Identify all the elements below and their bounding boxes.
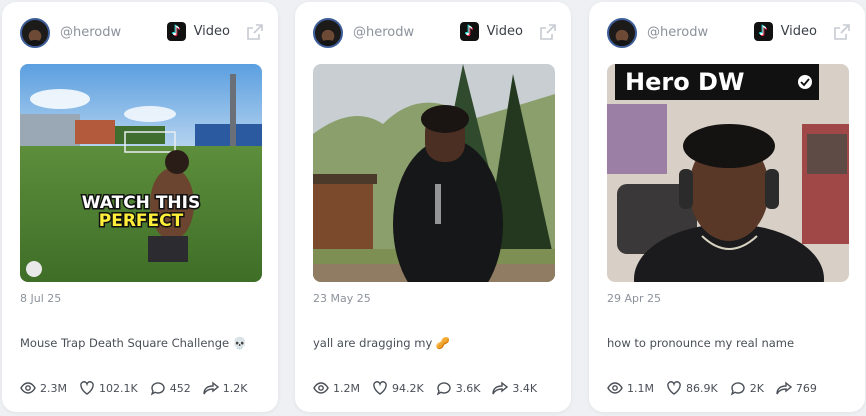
comments-stat: 2K xyxy=(730,380,764,396)
post-card[interactable]: @herodw ♪ Video Hero DW 29 Apr 25 how to… xyxy=(589,2,865,412)
views-count: 1.1M xyxy=(627,381,654,395)
comments-count: 452 xyxy=(169,381,191,395)
share-icon xyxy=(492,381,509,395)
shares-count: 769 xyxy=(795,381,817,395)
platform-badge: ♪ Video xyxy=(166,22,230,41)
likes-stat: 94.2K xyxy=(372,380,424,396)
tiktok-icon: ♪ xyxy=(753,22,773,41)
eye-icon xyxy=(20,382,36,394)
post-caption: how to pronounce my real name xyxy=(607,336,795,350)
shares-count: 1.2K xyxy=(222,381,248,395)
post-stats: 1.2M 94.2K 3.6K 3.4K xyxy=(313,380,537,396)
comments-count: 2K xyxy=(749,381,764,395)
shares-count: 3.4K xyxy=(512,381,538,395)
username[interactable]: @herodw xyxy=(353,25,414,40)
external-link-icon[interactable] xyxy=(539,23,557,41)
comment-icon xyxy=(150,382,165,396)
shares-stat: 769 xyxy=(776,380,817,396)
username[interactable]: @herodw xyxy=(647,25,708,40)
tiktok-icon: ♪ xyxy=(166,22,186,41)
views-stat: 1.1M xyxy=(607,380,654,396)
comment-icon xyxy=(730,382,745,396)
card-header: @herodw ♪ Video xyxy=(20,18,264,52)
external-link-icon[interactable] xyxy=(246,23,264,41)
eye-icon xyxy=(313,382,329,394)
post-date: 8 Jul 25 xyxy=(20,292,62,305)
share-icon xyxy=(776,381,792,395)
post-stats: 1.1M 86.9K 2K 769 xyxy=(607,380,817,396)
likes-count: 102.1K xyxy=(98,381,138,395)
views-count: 2.3M xyxy=(40,381,67,395)
shares-stat: 1.2K xyxy=(203,380,248,396)
comments-stat: 452 xyxy=(150,380,191,396)
post-caption: Mouse Trap Death Square Challenge 💀 xyxy=(20,336,248,350)
video-thumbnail[interactable]: WATCH THIS PERFECT xyxy=(20,64,262,282)
video-thumbnail[interactable] xyxy=(313,64,555,282)
comments-stat: 3.6K xyxy=(436,380,481,396)
likes-stat: 102.1K xyxy=(79,380,138,396)
thumbnail-overlay-text: PERFECT xyxy=(99,211,184,231)
likes-count: 94.2K xyxy=(391,381,424,395)
likes-stat: 86.9K xyxy=(666,380,718,396)
platform-label: Video xyxy=(780,24,817,39)
avatar[interactable] xyxy=(607,18,637,48)
platform-label: Video xyxy=(486,24,523,39)
avatar[interactable] xyxy=(20,18,50,48)
post-date: 23 May 25 xyxy=(313,292,371,305)
heart-icon xyxy=(80,381,94,395)
tiktok-icon: ♪ xyxy=(459,22,479,41)
comments-count: 3.6K xyxy=(455,381,481,395)
platform-badge: ♪ Video xyxy=(459,22,523,41)
card-header: @herodw ♪ Video xyxy=(607,18,851,52)
shares-stat: 3.4K xyxy=(492,380,537,396)
views-stat: 1.2M xyxy=(313,380,360,396)
views-stat: 2.3M xyxy=(20,380,67,396)
share-icon xyxy=(203,381,219,395)
heart-icon xyxy=(667,381,681,395)
platform-label: Video xyxy=(193,24,230,39)
comment-icon xyxy=(436,382,451,396)
post-date: 29 Apr 25 xyxy=(607,292,662,305)
post-caption: yall are dragging my 🥜 xyxy=(313,336,451,350)
likes-count: 86.9K xyxy=(685,381,718,395)
views-count: 1.2M xyxy=(333,381,360,395)
username[interactable]: @herodw xyxy=(60,25,121,40)
card-header: @herodw ♪ Video xyxy=(313,18,557,52)
avatar[interactable] xyxy=(313,18,343,48)
post-card[interactable]: @herodw ♪ Video WATCH THIS PERFECT 8 Jul… xyxy=(2,2,278,412)
eye-icon xyxy=(607,382,623,394)
post-card[interactable]: @herodw ♪ Video 23 May 25 yall are dragg… xyxy=(295,2,571,412)
thumbnail-overlay-text: Hero DW xyxy=(625,68,744,96)
platform-badge: ♪ Video xyxy=(753,22,817,41)
video-thumbnail[interactable]: Hero DW xyxy=(607,64,849,282)
external-link-icon[interactable] xyxy=(833,23,851,41)
thumbnail-overlay-text: WATCH THIS xyxy=(82,193,200,213)
post-stats: 2.3M 102.1K 452 1.2K xyxy=(20,380,247,396)
heart-icon xyxy=(373,381,387,395)
